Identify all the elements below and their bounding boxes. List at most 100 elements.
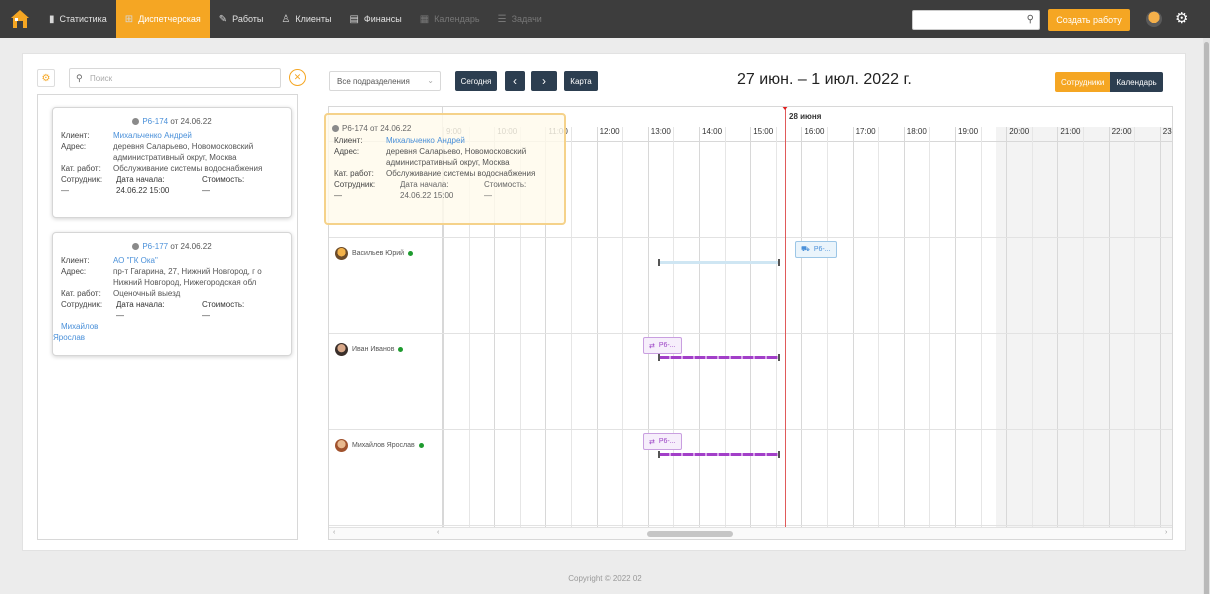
half-hour-gridline [980, 127, 982, 527]
nav-finance[interactable]: ▤ Финансы [340, 0, 410, 38]
bar-chart-icon: ▮ [49, 13, 55, 25]
clear-search-icon[interactable]: ✕ [289, 69, 306, 86]
half-hour-gridline [622, 127, 624, 527]
hour-label: 13:00 [650, 127, 671, 136]
car-icon: ⛟ [801, 246, 810, 253]
scrollbar-thumb[interactable] [1204, 42, 1209, 594]
current-time-marker [781, 107, 789, 110]
search-icon: ⚲ [1026, 14, 1034, 25]
job-chip[interactable]: ⛟ Р6-... [795, 241, 837, 258]
map-button[interactable]: Карта [564, 71, 598, 91]
half-hour-gridline [878, 127, 880, 527]
job-card-header: Р6-174 от 24.06.22 [53, 116, 291, 127]
unassigned-search-input[interactable]: ⚲ Поиск [69, 68, 281, 88]
nav-dispatch[interactable]: ⊞ Диспетчерская [115, 0, 210, 38]
job-number-link[interactable]: Р6-177 [142, 242, 168, 251]
hour-label: 17:00 [855, 127, 876, 136]
half-hour-gridline [673, 127, 675, 527]
nav-clients[interactable]: ♙ Клиенты [272, 0, 340, 38]
nav-jobs[interactable]: ✎ Работы [210, 0, 273, 38]
app-logo[interactable] [0, 0, 40, 38]
job-chip[interactable]: ⇄ Р6-... [643, 337, 682, 354]
employee-link[interactable]: Михайлов [61, 321, 98, 332]
nav-calendar[interactable]: ▦ Календарь [411, 0, 489, 38]
top-navigation-bar: ▮ Статистика ⊞ Диспетчерская ✎ Работы ♙ Клие… [0, 0, 1210, 38]
employees-view-button[interactable]: Сотрудники [1055, 72, 1111, 92]
nav-statistics[interactable]: ▮ Статистика [40, 0, 116, 38]
repeat-icon: ⇄ [649, 342, 655, 350]
scrollbar-thumb[interactable] [647, 531, 733, 537]
half-hour-gridline [1134, 127, 1136, 527]
half-hour-gridline [929, 127, 931, 527]
employee-row-label[interactable]: Михайлов Ярослав [335, 439, 424, 452]
half-hour-gridline [775, 127, 777, 527]
online-status-dot [408, 251, 414, 256]
job-bar[interactable] [659, 356, 779, 359]
dashboard-icon: ⊞ [124, 13, 134, 25]
client-link[interactable]: АО "ГК Ока" [113, 255, 285, 266]
current-time-line [785, 107, 786, 527]
house-logo-icon [11, 10, 29, 28]
hour-gridline [699, 127, 700, 527]
week-range-title: 27 июн. – 1 июл. 2022 г. [737, 71, 912, 88]
nav-tasks[interactable]: ☰ Задачи [489, 0, 551, 38]
hour-label: 18:00 [906, 127, 927, 136]
avatar [335, 343, 348, 356]
dragged-job-card-ghost[interactable]: Р6-174 от 24.06.22 Клиент: Михальченко Ан… [324, 113, 566, 225]
employee-row-label[interactable]: Васильев Юрий [335, 247, 414, 260]
today-button[interactable]: Сегодня [455, 71, 497, 91]
user-icon: ♙ [281, 13, 291, 25]
create-job-button[interactable]: Создать работу [1048, 9, 1130, 31]
scroll-right-arrow[interactable]: › [1165, 529, 1167, 536]
prev-week-button[interactable]: ‹ [505, 71, 525, 91]
half-hour-gridline [571, 127, 572, 527]
half-hour-gridline [1031, 127, 1033, 527]
hour-gridline [801, 127, 803, 527]
hour-gridline [852, 127, 854, 527]
job-bar[interactable] [659, 453, 779, 456]
money-icon: ▤ [349, 13, 359, 25]
status-dot [332, 125, 339, 132]
hour-label: 12:00 [599, 127, 620, 136]
tasks-icon: ☰ [497, 13, 507, 25]
job-card-header: Р6-177 от 24.06.22 [53, 241, 291, 252]
user-avatar[interactable] [1146, 11, 1162, 27]
hour-gridline [647, 127, 649, 527]
scroll-left-arrow[interactable]: ‹ [437, 529, 439, 536]
travel-bar[interactable] [659, 261, 779, 264]
calendar-icon: ▦ [419, 13, 430, 25]
day-label: 28 июня [789, 112, 822, 121]
avatar [335, 439, 348, 452]
job-chip[interactable]: ⇄ Р6-... [643, 433, 682, 450]
hour-gridline [955, 127, 956, 527]
wrench-icon: ✎ [218, 13, 228, 25]
hour-gridline [1108, 127, 1110, 527]
status-dot [132, 118, 140, 125]
calendar-view-button[interactable]: Календарь [1110, 72, 1163, 92]
hour-label: 20:00 [1009, 127, 1030, 136]
half-hour-gridline [724, 127, 726, 527]
unassigned-jobs-panel: Р6-174 от 24.06.22 Клиент: Михальченко Ан… [37, 94, 298, 540]
employee-row-label[interactable]: Иван Иванов [335, 343, 404, 356]
timeline-horizontal-scrollbar[interactable]: ‹ ‹ › [329, 527, 1172, 539]
main-nav: ▮ Статистика ⊞ Диспетчерская ✎ Работы ♙ Клие… [40, 0, 551, 38]
department-select[interactable]: Все подразделения ⌄ [329, 71, 441, 91]
scroll-left-arrow[interactable]: ‹ [333, 529, 335, 536]
global-search-input[interactable]: ⚲ [912, 10, 1040, 30]
hour-label: 21:00 [1060, 127, 1081, 136]
search-icon: ⚲ [76, 73, 83, 83]
next-week-button[interactable]: › [531, 71, 557, 91]
filter-settings-icon[interactable]: ⚙ [37, 69, 55, 87]
client-link[interactable]: Михальченко Андрей [113, 130, 285, 141]
employee-link[interactable]: Ярослав [53, 332, 85, 343]
chevron-down-icon: ⌄ [427, 76, 434, 85]
hour-label: 16:00 [804, 127, 825, 136]
half-hour-gridline [1083, 127, 1084, 527]
view-toggle: Сотрудники Календарь [1055, 72, 1163, 92]
gear-icon[interactable]: ⚙ [1175, 9, 1188, 27]
page-vertical-scrollbar[interactable] [1203, 38, 1210, 594]
half-hour-gridline [827, 127, 828, 527]
job-number-link[interactable]: Р6-174 [142, 117, 168, 126]
job-card[interactable]: Р6-177 от 24.06.22 Клиент: АО "ГК Ока" Ад… [52, 232, 292, 356]
job-card[interactable]: Р6-174 от 24.06.22 Клиент: Михальченко Ан… [52, 107, 292, 218]
